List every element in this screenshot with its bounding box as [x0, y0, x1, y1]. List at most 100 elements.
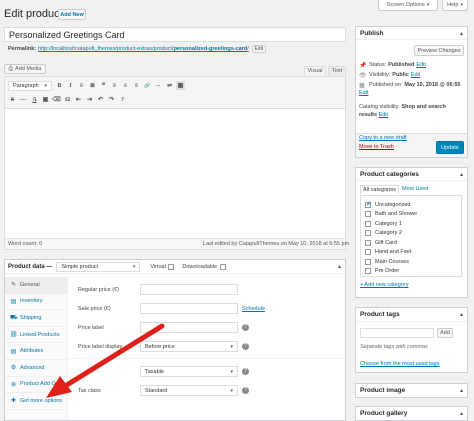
published-edit-link[interactable]: Edit — [359, 90, 368, 96]
category-checkbox[interactable] — [365, 220, 371, 227]
tags-header: Product tags ▴ — [356, 308, 467, 322]
permalink-edit-button[interactable]: Edit — [251, 45, 266, 53]
virtual-checkbox[interactable] — [168, 263, 175, 270]
redo-icon[interactable]: ↷ — [107, 95, 116, 104]
clear-format-icon[interactable]: ⌫ — [52, 95, 61, 104]
bullet-list-icon[interactable]: ≡ — [77, 81, 86, 90]
permalink-end: / — [247, 46, 249, 52]
add-media-button[interactable]: ⎙ Add Media — [4, 64, 46, 74]
help-tip-icon[interactable]: ? — [242, 387, 249, 394]
link-icon[interactable]: 🔗 — [143, 81, 152, 90]
category-item[interactable]: Pre Order — [365, 267, 457, 277]
category-label: Uncategorized — [375, 201, 411, 208]
preview-changes-button[interactable]: Preview Changes — [414, 45, 464, 56]
move-trash-link[interactable]: Move to Trash — [359, 144, 394, 150]
help-tip-icon[interactable]: ? — [242, 368, 249, 375]
collapse-icon[interactable]: ▴ — [338, 263, 341, 270]
help-icon[interactable]: ? — [118, 95, 127, 104]
align-center-icon[interactable]: ≡ — [121, 81, 130, 90]
add-tag-button[interactable]: Add — [437, 328, 453, 338]
category-item[interactable]: Category 1 — [365, 219, 457, 229]
tab-inventory[interactable]: ▤ Inventory — [5, 293, 67, 311]
schedule-link[interactable]: Schedule — [242, 306, 265, 312]
align-right-icon[interactable]: ≡ — [132, 81, 141, 90]
title-input[interactable]: Personalized Greetings Card — [4, 27, 346, 42]
hr-icon[interactable]: ― — [19, 95, 28, 104]
tags-input[interactable] — [360, 328, 434, 338]
visibility-edit-link[interactable]: Edit — [411, 72, 420, 78]
tab-general[interactable]: ✎ General — [5, 277, 67, 294]
pin-icon: 📌 — [359, 62, 367, 69]
add-new-button[interactable]: Add New — [58, 9, 86, 20]
category-item[interactable]: Category 2 — [365, 229, 457, 239]
category-checkbox[interactable] — [365, 258, 371, 265]
help-tip-icon[interactable]: ? — [242, 343, 249, 350]
downloadable-checkbox[interactable] — [219, 263, 226, 270]
tab-most-used[interactable]: Most Used — [402, 186, 428, 192]
category-checkbox[interactable] — [365, 230, 371, 237]
category-label: Pre Order — [375, 268, 400, 275]
category-checkbox[interactable] — [365, 268, 371, 275]
bold-icon[interactable]: B — [55, 81, 64, 90]
product-image-title: Product image — [360, 387, 406, 394]
align-left-icon[interactable]: ≡ — [110, 81, 119, 90]
published-row: ▦ Published on: May 10, 2018 @ 06:55 — [359, 80, 467, 90]
category-item[interactable]: ✔ Uncategorized — [365, 200, 457, 210]
unlink-icon[interactable]: ⇔ — [154, 81, 163, 90]
category-checkbox[interactable] — [365, 249, 371, 256]
status-edit-link[interactable]: Edit — [416, 62, 425, 68]
tab-text[interactable]: Text — [328, 66, 346, 76]
screen-options-label: Screen Options — [386, 2, 425, 8]
omega-icon[interactable]: Ω — [63, 95, 72, 104]
update-button[interactable]: Update — [436, 141, 464, 154]
italic-icon[interactable]: I — [66, 81, 75, 90]
wrench-icon: ✎ — [10, 282, 17, 289]
numbered-list-icon[interactable]: ≣ — [88, 81, 97, 90]
product-image-header: Product image ▴ — [356, 384, 467, 397]
category-item[interactable]: Main Courses — [365, 257, 457, 267]
page-title: Edit product — [4, 8, 63, 20]
collapse-icon[interactable]: ▴ — [460, 387, 463, 394]
catalog-label: Catalog visibility: — [359, 104, 400, 110]
product-type-select[interactable]: Simple product ▾ — [56, 261, 141, 272]
tab-all-categories[interactable]: All categories — [360, 185, 400, 194]
category-checkbox[interactable]: ✔ — [365, 201, 372, 208]
category-checkbox[interactable] — [365, 239, 371, 246]
indent-icon[interactable]: ⇥ — [85, 95, 94, 104]
catalog-edit-link[interactable]: Edit — [379, 112, 388, 118]
screen-options-button[interactable]: Screen Options ▾ — [378, 0, 438, 11]
category-item[interactable]: Bath and Shower — [365, 210, 457, 220]
strikethrough-icon[interactable]: S — [8, 95, 17, 104]
tab-visual[interactable]: Visual — [304, 66, 326, 76]
fullscreen-icon[interactable]: ⇌ — [165, 81, 174, 90]
collapse-icon[interactable]: ▴ — [460, 410, 463, 417]
toolbar-row-1: B I ≡ ≣ ❝ ≡ ≡ ≡ 🔗 ⇔ ⇌ ▦ — [55, 81, 185, 90]
regular-price-input[interactable] — [140, 284, 238, 295]
permalink-base: http://localhost/catapult_themes/product… — [38, 46, 174, 52]
sale-price-input[interactable] — [140, 303, 238, 314]
plus-circle-icon: ⊕ — [10, 381, 17, 388]
category-item[interactable]: Hand and Feet — [365, 248, 457, 258]
format-select[interactable]: Paragraph ▾ — [8, 81, 52, 91]
blockquote-icon[interactable]: ❝ — [99, 81, 108, 90]
categories-title: Product categories — [360, 170, 419, 178]
category-checkbox[interactable] — [365, 211, 371, 218]
add-category-link[interactable]: + Add new category — [360, 282, 408, 288]
undo-icon[interactable]: ↶ — [96, 95, 105, 104]
category-item[interactable]: Gift Card — [365, 238, 457, 248]
help-tip-icon[interactable]: ? — [242, 324, 249, 331]
copy-draft-link[interactable]: Copy to a new draft — [359, 135, 407, 141]
inventory-icon: ▤ — [10, 298, 17, 305]
collapse-icon[interactable]: ▴ — [460, 311, 463, 318]
choose-tags-link[interactable]: Choose from the most used tags — [360, 361, 439, 367]
visibility-label: Visibility: — [369, 72, 391, 78]
permalink-link[interactable]: http://localhost/catapult_themes/product… — [38, 46, 249, 52]
collapse-icon[interactable]: ▴ — [460, 30, 463, 37]
outdent-icon[interactable]: ⇤ — [74, 95, 83, 104]
paste-text-icon[interactable]: ▣ — [41, 95, 50, 104]
tab-inventory-label: Inventory — [20, 298, 43, 305]
text-color-icon[interactable]: A — [30, 95, 39, 104]
help-button[interactable]: Help ▾ — [442, 0, 468, 11]
toolbar-toggle-icon[interactable]: ▦ — [176, 81, 185, 90]
collapse-icon[interactable]: ▴ — [460, 171, 463, 178]
